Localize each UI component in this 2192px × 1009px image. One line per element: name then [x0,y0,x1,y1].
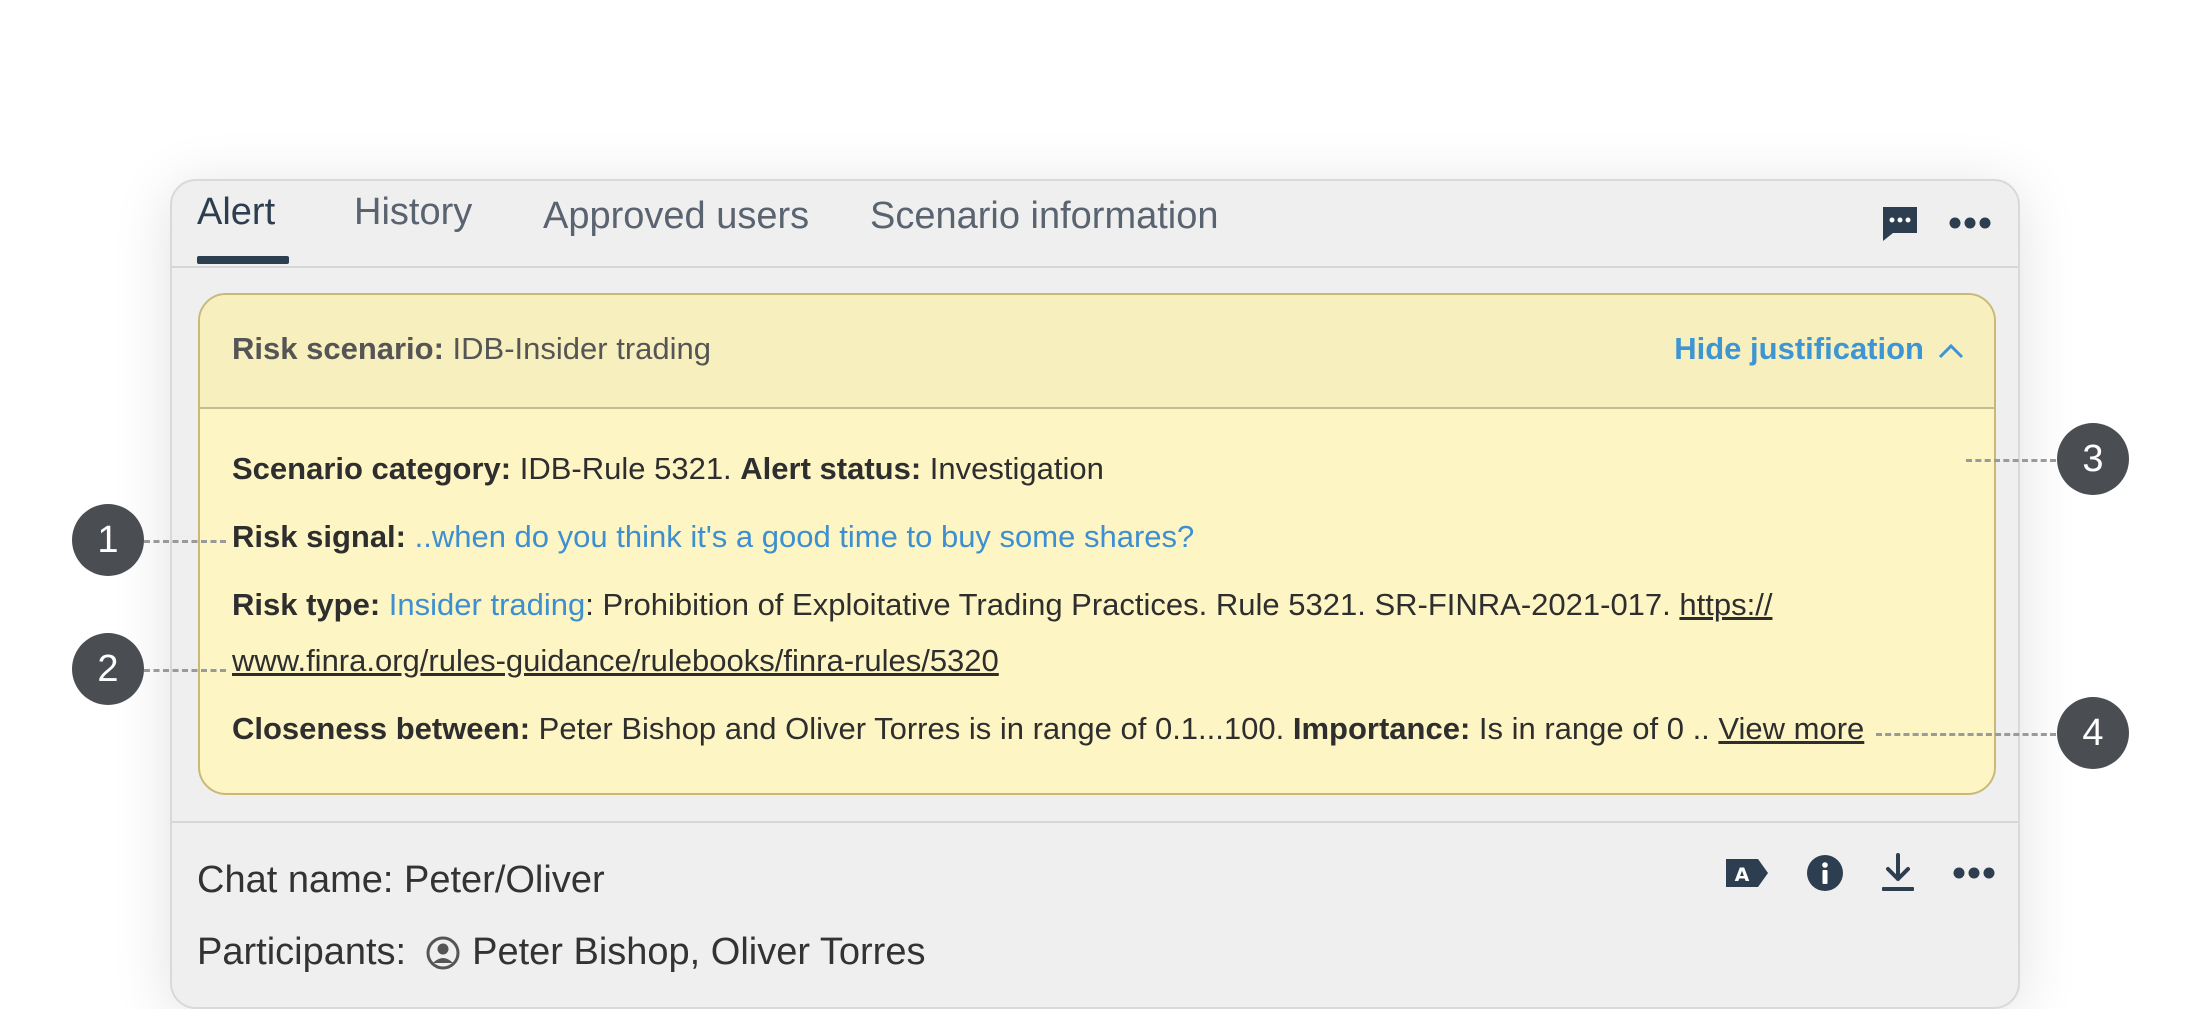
callout-2-connector [144,669,226,672]
more-horizontal-icon[interactable] [1952,866,1996,880]
risk-signal-link[interactable]: ..when do you think it's a good time to … [406,519,1195,554]
chat-icon[interactable] [1880,203,1920,243]
callout-3: 3 [2057,423,2129,495]
risk-type-line: Risk type: Insider trading: Prohibition … [232,587,1772,623]
view-more-link[interactable]: View more [1718,711,1864,746]
tab-approved-users[interactable]: Approved users [543,195,809,238]
callout-1-connector [144,540,226,543]
more-horizontal-icon[interactable] [1948,216,1992,230]
svg-text:A: A [1735,864,1750,886]
alert-panel: Alert History Approved users Scenario in… [170,179,2020,1009]
tab-bar: Alert History Approved users Scenario in… [172,181,2018,268]
tab-history[interactable]: History [354,191,472,234]
chat-name: Chat name: Peter/Oliver [197,859,605,901]
callout-1: 1 [72,504,144,576]
tab-alert[interactable]: Alert [197,191,275,234]
active-tab-indicator [197,256,289,264]
callout-4-connector [1876,733,2056,736]
scenario-category-label: Scenario category: [232,451,512,486]
participants-value: Peter Bishop, Oliver Torres [472,931,926,973]
user-avatar-icon [426,936,460,970]
finra-rule-link[interactable]: https:// [1679,587,1772,622]
risk-type-url-line: www.finra.org/rules-guidance/rulebooks/f… [232,643,999,679]
callout-3-connector [1966,459,2056,462]
divider [172,821,2018,823]
risk-signal-line: Risk signal: ..when do you think it's a … [232,519,1194,555]
chevron-up-icon [1938,331,1964,367]
risk-scenario-header: Risk scenario: IDB-Insider trading Hide … [200,295,1994,409]
scenario-category-value: IDB-Rule 5321. [511,451,741,486]
callout-4: 4 [2057,697,2129,769]
hide-justification-label: Hide justification [1674,331,1924,366]
callout-2: 2 [72,633,144,705]
scenario-category-line: Scenario category: IDB-Rule 5321. Alert … [232,451,1104,487]
download-icon[interactable] [1880,853,1916,893]
participants-label: Participants: [197,931,407,973]
insider-trading-link[interactable]: Insider trading [389,587,585,622]
risk-scenario-label: Risk scenario: [232,331,444,366]
risk-type-description: : Prohibition of Exploitative Trading Pr… [585,587,1680,622]
risk-scenario: Risk scenario: IDB-Insider trading [232,331,711,367]
risk-signal-label: Risk signal: [232,519,406,554]
closeness-value: Peter Bishop and Oliver Torres is in ran… [530,711,1293,746]
importance-value: Is in range of 0 .. [1470,711,1719,746]
risk-type-label: Risk type: [232,587,381,622]
info-icon[interactable] [1806,854,1844,892]
finra-rule-link-continued[interactable]: www.finra.org/rules-guidance/rulebooks/f… [232,643,999,678]
alert-status-label: Alert status: [740,451,922,486]
closeness-line: Closeness between: Peter Bishop and Oliv… [232,711,1864,747]
label-a-icon[interactable]: A [1724,856,1770,890]
alert-status-value: Investigation [921,451,1104,486]
hide-justification-button[interactable]: Hide justification [1674,331,1964,367]
participants: Participants: Peter Bishop, Oliver Torre… [197,931,925,974]
risk-scenario-value: IDB-Insider trading [443,331,711,366]
risk-justification-box: Risk scenario: IDB-Insider trading Hide … [198,293,1996,795]
tab-scenario-information[interactable]: Scenario information [870,195,1219,238]
importance-label: Importance: [1292,711,1471,746]
closeness-label: Closeness between: [232,711,531,746]
